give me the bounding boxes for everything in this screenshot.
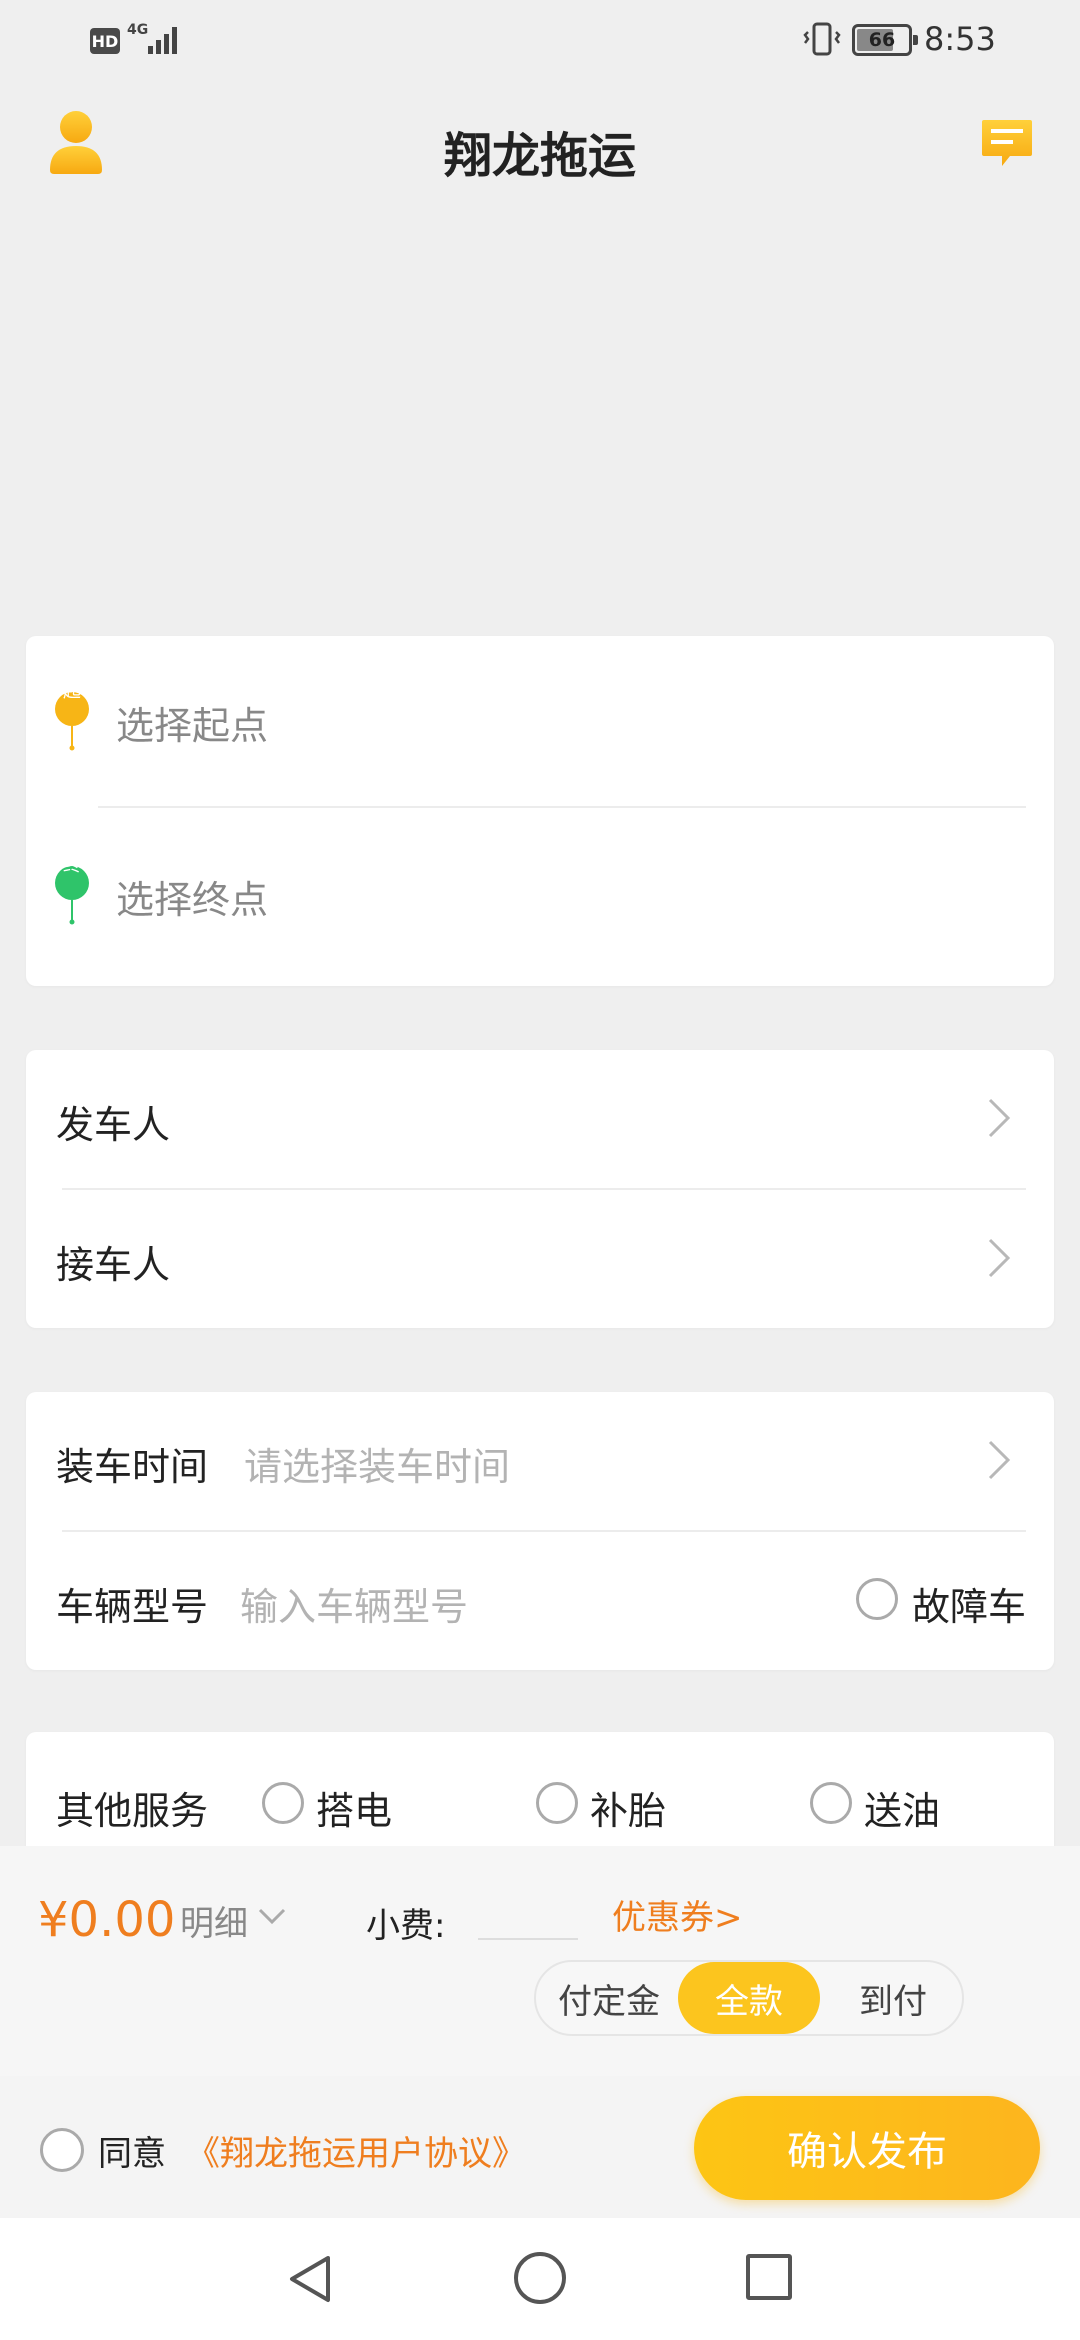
chevron-right-icon [988,1238,1011,1278]
price-total: ¥0.00 [38,1892,176,1948]
chevron-down-icon[interactable] [256,1906,288,1928]
pay-full-option[interactable]: 全款 [678,1962,820,2034]
services-label: 其他服务 [56,1789,209,1833]
hd-badge: HD [90,28,120,54]
payment-method-toggle: 付定金 全款 到付 [534,1960,964,2036]
network-type: 4G [127,22,149,38]
system-nav-bar [0,2218,1080,2340]
app-header: 翔龙拖运 [0,90,1080,200]
pay-deposit-option[interactable]: 付定金 [538,1962,680,2034]
start-point-row[interactable]: 起 选择起点 [0,662,1080,782]
service-fuel-delivery-label: 送油 [864,1789,941,1833]
start-badge: 起 [63,681,81,702]
end-badge: 终 [63,855,81,876]
signal-icon [148,24,182,54]
battery-icon: 66 [852,24,918,56]
service-fuel-delivery-radio[interactable] [810,1782,852,1824]
back-icon[interactable] [284,2252,338,2306]
receiver-row[interactable]: 接车人 [26,1190,1054,1328]
vehicle-model-label: 车辆型号 [56,1585,209,1629]
start-point-placeholder: 选择起点 [116,703,269,748]
load-time-label: 装车时间 [56,1445,209,1489]
price-detail-toggle[interactable]: 明细 [180,1896,248,1945]
recent-apps-icon[interactable] [746,2254,792,2300]
agree-radio[interactable] [40,2128,84,2172]
chevron-right-icon [988,1098,1011,1138]
fault-car-radio[interactable] [856,1578,898,1620]
load-time-row[interactable]: 装车时间 请选择装车时间 [26,1392,1054,1530]
sender-row[interactable]: 发车人 [26,1050,1054,1188]
page-title: 翔龙拖运 [443,128,636,184]
service-jump-start-radio[interactable] [262,1782,304,1824]
divider [98,806,1026,808]
service-tire-repair-radio[interactable] [536,1782,578,1824]
service-jump-start-label: 搭电 [316,1789,393,1833]
user-agreement-link[interactable]: 《翔龙拖运用户协议》 [186,2126,526,2175]
end-point-row[interactable]: 终 选择终点 [0,836,1080,956]
pay-on-delivery-option[interactable]: 到付 [822,1962,964,2034]
end-point-placeholder: 选择终点 [116,877,269,922]
agree-label: 同意 [98,2134,166,2174]
tip-input[interactable] [478,1892,578,1940]
coupon-link[interactable]: 优惠券> [612,1890,743,1939]
battery-level: 66 [868,29,896,51]
chevron-right-icon [988,1440,1011,1480]
message-icon[interactable] [980,116,1034,170]
tip-label: 小费: [366,1906,446,1946]
sender-label: 发车人 [56,1103,171,1147]
vehicle-model-input[interactable]: 输入车辆型号 [240,1576,468,1631]
load-time-placeholder: 请选择装车时间 [244,1445,511,1489]
confirm-publish-button[interactable]: 确认发布 [694,2096,1040,2200]
home-icon[interactable] [514,2252,566,2304]
vibrate-icon [803,22,841,56]
fault-car-label: 故障车 [912,1585,1027,1629]
vehicle-model-row: 车辆型号 输入车辆型号 故障车 [26,1532,1054,1670]
service-tire-repair-label: 补胎 [590,1789,667,1833]
clock: 8:53 [924,20,996,58]
receiver-label: 接车人 [56,1243,171,1287]
status-bar: HD 4G 66 8:53 [0,0,1080,80]
